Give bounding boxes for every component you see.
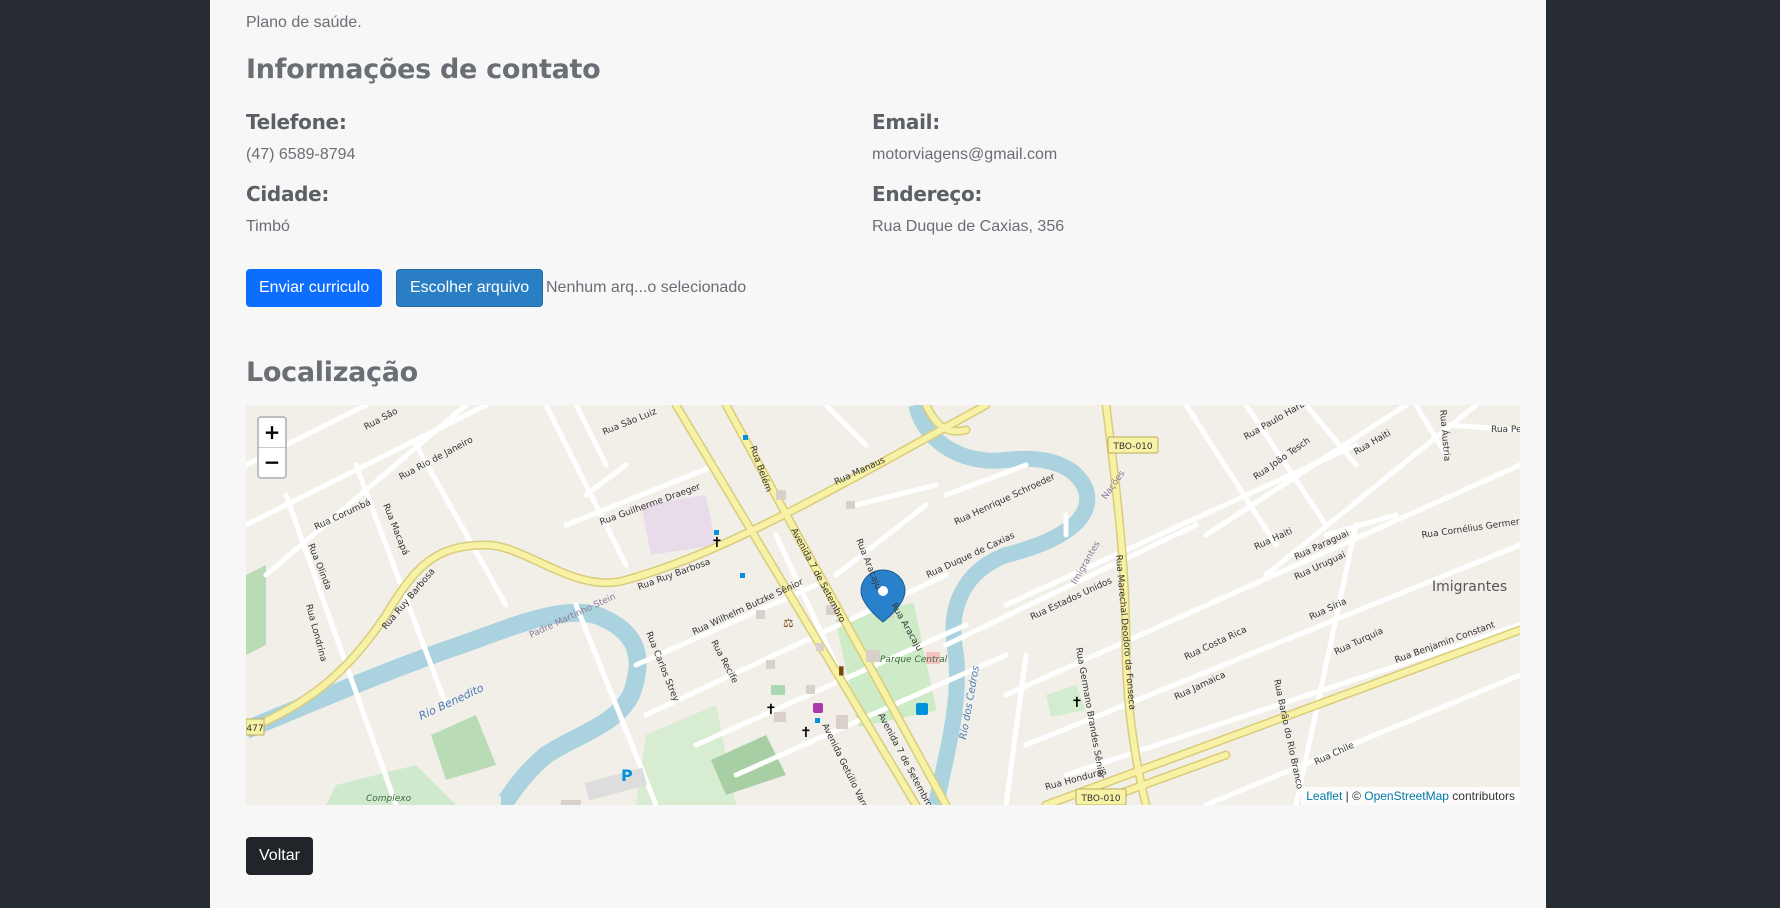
parking-icon: P [621, 766, 633, 785]
city-label: Cidade: [246, 182, 330, 206]
svg-text:Rua Corumbá: Rua Corumbá [313, 498, 373, 533]
tbo-010-shield-bottom: TBO-010 [1075, 788, 1127, 805]
leaflet-link[interactable]: Leaflet [1306, 789, 1342, 803]
zoom-in-button[interactable]: + [259, 418, 285, 447]
bus-stop-icon [714, 530, 719, 535]
svg-text:TBO-010: TBO-010 [1112, 442, 1153, 452]
map-tiles: Rua Rio de Janeiro Rua São Rua Corumbá R… [246, 405, 1520, 805]
bus-stop-icon [916, 703, 928, 715]
email-value: motorviagens@gmail.com [872, 146, 1058, 163]
green-area-4 [246, 565, 266, 655]
phone-label: Telefone: [246, 110, 347, 134]
tbo-010-shield-top: TBO-010 [1107, 436, 1159, 454]
svg-text:Rua Cornélius Germer: Rua Cornélius Germer [1421, 516, 1520, 541]
svg-text:Rua Henrique Schroeder: Rua Henrique Schroeder [953, 472, 1057, 528]
svg-text:Rua Paulo Harbs: Rua Paulo Harbs [1243, 405, 1312, 443]
svg-text:Rua São: Rua São [363, 406, 401, 432]
svg-text:477: 477 [246, 724, 263, 734]
bus-stop-icon [815, 718, 820, 723]
email-field: Email: motorviagens@gmail.com [872, 110, 1057, 164]
svg-text:Rua Londrina: Rua Londrina [303, 603, 328, 663]
library-icon: ▮ [838, 663, 845, 677]
svg-text:Rua Haiti: Rua Haiti [1253, 526, 1294, 552]
church-icon: ✝ [711, 535, 723, 551]
courthouse-icon: ⚖ [783, 616, 794, 630]
imigrantes-label: Imigrantes [1432, 579, 1507, 595]
zoom-control: + − [257, 416, 287, 479]
parque-central-label: Parque Central [880, 655, 948, 665]
back-button[interactable]: Voltar [246, 837, 313, 875]
svg-text:Avenida Getúlio Vargas: Avenida Getúlio Vargas [819, 722, 874, 805]
svg-text:Rua Carlos Strey: Rua Carlos Strey [643, 630, 680, 704]
location-map[interactable]: Rua Rio de Janeiro Rua São Rua Corumbá R… [246, 405, 1520, 805]
svg-text:Rua Manaus: Rua Manaus [833, 455, 887, 487]
svg-text:Rua Chile: Rua Chile [1313, 741, 1356, 768]
svg-text:Rua Belém: Rua Belém [747, 444, 774, 493]
address-label: Endereço: [872, 182, 983, 206]
city-field: Cidade: Timbó [246, 182, 329, 236]
attribution-separator: | © [1342, 789, 1365, 803]
svg-text:Rua Marechal Deodoro da Fonsec: Rua Marechal Deodoro da Fonseca [1113, 554, 1137, 710]
osm-link[interactable]: OpenStreetMap [1364, 789, 1449, 803]
zoom-out-button[interactable]: − [259, 447, 285, 477]
church-icon: ✝ [1071, 695, 1083, 711]
address-value: Rua Duque de Caxias, 356 [872, 218, 1065, 235]
svg-text:Rua Pe: Rua Pe [1491, 425, 1520, 435]
bus-stop-icon [740, 573, 745, 578]
svg-text:Rua Macapá: Rua Macapá [380, 502, 410, 557]
address-field: Endereço: Rua Duque de Caxias, 356 [872, 182, 1064, 236]
green-area-2 [431, 715, 496, 780]
route-477-shield: 477 [246, 718, 265, 736]
choose-file-button[interactable]: Escolher arquivo [396, 269, 544, 307]
location-heading: Localização [246, 357, 418, 388]
attribution-tail: contributors [1448, 789, 1515, 803]
contact-heading: Informações de contato [246, 54, 601, 85]
city-value: Timbó [246, 218, 290, 235]
phone-field: Telefone: (47) 6589-8794 [246, 110, 355, 164]
svg-text:TBO-010: TBO-010 [1080, 794, 1121, 804]
intro-text: Plano de saúde. [246, 14, 362, 31]
page-container: Plano de saúde. Informações de contato T… [210, 0, 1546, 908]
bus-stop-icon [743, 435, 748, 440]
file-status-text: Nenhum arq...o selecionado [546, 279, 747, 296]
svg-text:Rua Turquia: Rua Turquia [1333, 626, 1385, 657]
church-icon: ✝ [765, 702, 777, 718]
svg-text:Rua João Tesch: Rua João Tesch [1252, 436, 1312, 483]
email-label: Email: [872, 110, 940, 134]
svg-text:Complexo: Complexo [366, 794, 412, 804]
phone-value: (47) 6589-8794 [246, 146, 356, 163]
church-icon: ✝ [800, 725, 812, 741]
svg-text:Rua Áustria: Rua Áustria [1437, 409, 1453, 462]
send-cv-button[interactable]: Enviar curriculo [246, 269, 383, 307]
svg-text:Rua São Luiz: Rua São Luiz [601, 407, 658, 438]
map-attribution: Leaflet | © OpenStreetMap contributors [1301, 787, 1520, 805]
shop-icon [813, 703, 823, 713]
